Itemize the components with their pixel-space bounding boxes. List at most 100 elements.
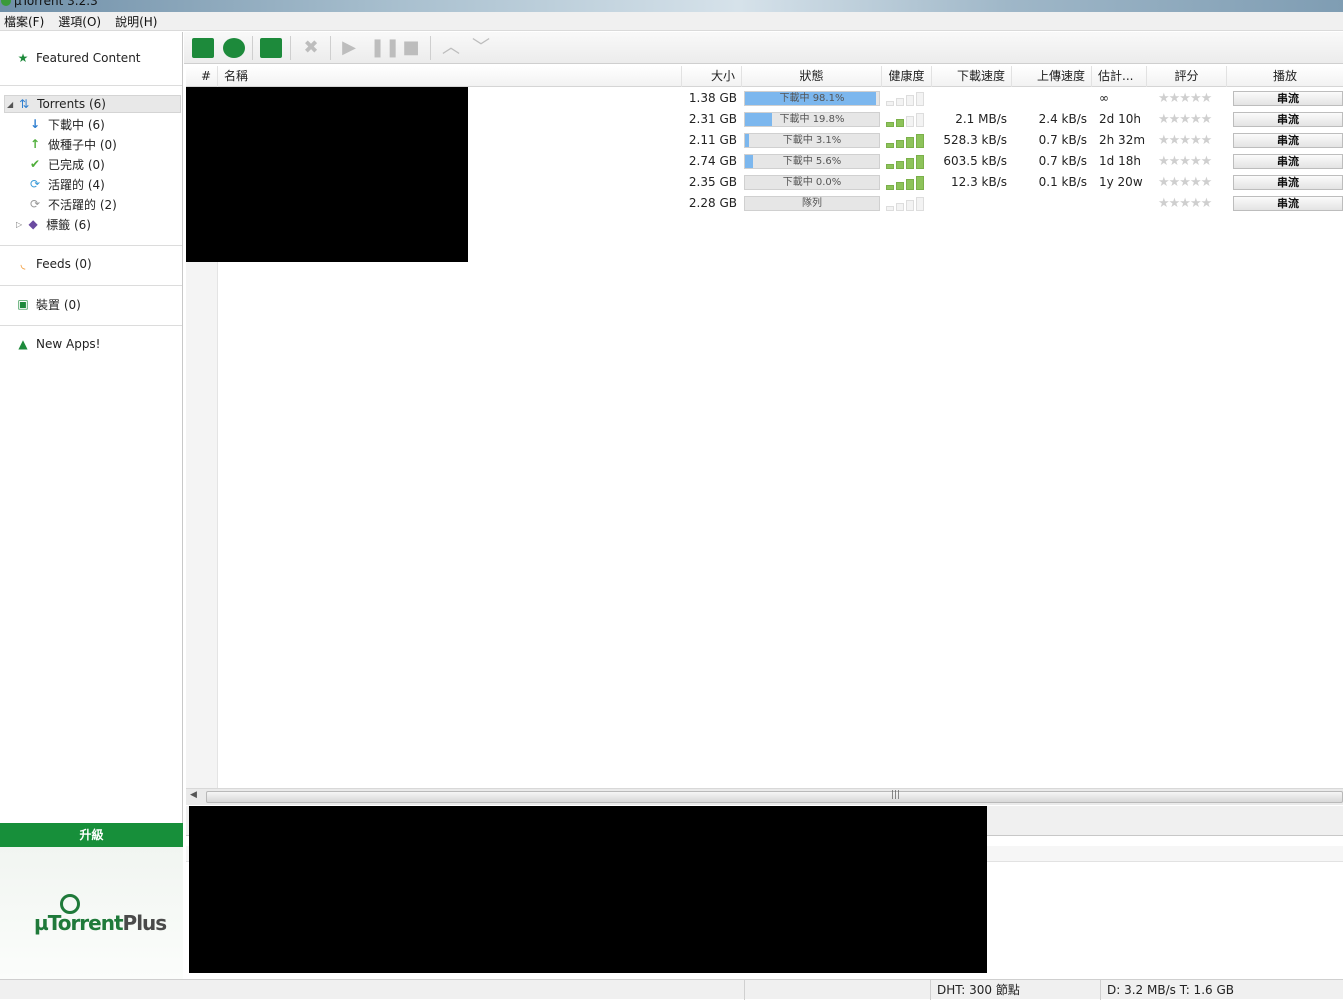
size-cell: 2.28 GB [688, 196, 737, 210]
add-torrent-button[interactable] [192, 38, 214, 58]
down-speed-cell: 603.5 kB/s [943, 154, 1007, 168]
health-bar [886, 206, 894, 211]
health-bar [916, 197, 924, 211]
rating-stars[interactable]: ★★★★★ [1158, 88, 1212, 109]
window-title: µTorrent 3.2.3 [14, 0, 98, 8]
toolbar-separator [290, 36, 291, 60]
expand-triangle-icon[interactable]: ◢ [7, 100, 13, 109]
rating-stars[interactable]: ★★★★★ [1158, 130, 1212, 151]
health-bar [906, 137, 914, 148]
stream-button[interactable]: 串流 [1233, 175, 1343, 190]
utorrent-plus-promo[interactable]: µTorrentPlus [0, 847, 183, 979]
column-header-name[interactable]: 名稱 [218, 66, 682, 87]
health-bar [906, 95, 914, 106]
sidebar-item-new-apps[interactable]: ▲ New Apps! [16, 335, 101, 353]
health-bar [886, 122, 894, 127]
menu-options[interactable]: 選項(O) [58, 13, 101, 30]
toolbar-separator [430, 36, 431, 60]
move-up-icon[interactable]: ︿ [440, 38, 462, 58]
sidebar-item-torrents[interactable]: ◢ ⇅ Torrents (6) [4, 95, 181, 113]
stream-button[interactable]: 串流 [1233, 196, 1343, 211]
health-bar [886, 143, 894, 148]
horizontal-scrollbar[interactable]: ◀ ||| [186, 788, 1343, 805]
progress-bar: 下載中 5.6% [744, 154, 880, 169]
size-cell: 2.74 GB [688, 154, 737, 168]
down-speed-cell: 2.1 MB/s [955, 112, 1007, 126]
stream-button[interactable]: 串流 [1233, 91, 1343, 106]
eta-cell: ∞ [1099, 91, 1109, 105]
title-bar: µTorrent 3.2.3 [0, 0, 1343, 12]
scrollbar-grip-icon: ||| [891, 790, 901, 800]
sidebar-item-featured[interactable]: ★ Featured Content [16, 49, 141, 67]
column-header-num[interactable]: # [186, 66, 218, 87]
upgrade-button[interactable]: 升級 [0, 823, 183, 847]
size-cell: 1.38 GB [688, 91, 737, 105]
rating-stars[interactable]: ★★★★★ [1158, 172, 1212, 193]
health-bar [906, 116, 914, 127]
down-speed-cell [932, 193, 1007, 214]
remove-icon[interactable]: ✖ [300, 38, 322, 58]
column-header-down-speed[interactable]: 下載速度 [932, 66, 1012, 87]
health-bar [896, 140, 904, 148]
status-dht: DHT: 300 節點 [930, 980, 1100, 1000]
sidebar-item-label: 標籤 (6) [46, 217, 91, 232]
sidebar-item-seeding[interactable]: ↑ 做種子中 (0) [28, 135, 117, 153]
stop-icon[interactable]: ■ [400, 38, 422, 58]
sidebar-item-inactive[interactable]: ⟳ 不活躍的 (2) [28, 195, 117, 213]
health-indicator [886, 113, 926, 127]
sidebar-item-downloading[interactable]: ↓ 下載中 (6) [28, 115, 105, 133]
pause-icon[interactable]: ❚❚ [370, 38, 400, 58]
health-indicator [886, 92, 926, 106]
add-url-button[interactable] [223, 38, 245, 58]
down-speed-cell: 12.3 kB/s [950, 175, 1007, 189]
health-indicator [886, 197, 926, 211]
scroll-left-icon[interactable]: ◀ [190, 790, 197, 800]
sidebar-item-completed[interactable]: ✔ 已完成 (0) [28, 155, 105, 173]
column-header-play[interactable]: 播放 [1227, 66, 1343, 87]
tag-icon: ◆ [28, 217, 38, 231]
progress-bar: 下載中 3.1% [744, 133, 880, 148]
rating-stars[interactable]: ★★★★★ [1158, 193, 1212, 214]
sidebar-item-devices[interactable]: ▣ 裝置 (0) [16, 295, 81, 313]
sidebar-item-label: New Apps! [36, 337, 101, 351]
column-header-health[interactable]: 健康度 [882, 66, 932, 87]
sidebar-item-feeds[interactable]: ◟ Feeds (0) [16, 255, 92, 273]
health-bar [916, 92, 924, 106]
stream-button[interactable]: 串流 [1233, 112, 1343, 127]
sidebar-item-label: 裝置 (0) [36, 297, 81, 312]
toolbar-separator [330, 36, 331, 60]
menu-help[interactable]: 說明(H) [115, 13, 157, 30]
expand-triangle-icon[interactable]: ▷ [16, 220, 22, 229]
column-header-up-speed[interactable]: 上傳速度 [1012, 66, 1092, 87]
column-header-size[interactable]: 大小 [682, 66, 742, 87]
health-bar [896, 161, 904, 169]
progress-bar: 下載中 19.8% [744, 112, 880, 127]
stream-button[interactable]: 串流 [1233, 133, 1343, 148]
star-icon: ★ [17, 51, 29, 65]
create-torrent-button[interactable] [260, 38, 282, 58]
redacted-torrent-names [186, 87, 468, 262]
stream-button[interactable]: 串流 [1233, 154, 1343, 169]
rating-stars[interactable]: ★★★★★ [1158, 151, 1212, 172]
column-header-rating[interactable]: 評分 [1147, 66, 1227, 87]
rating-stars[interactable]: ★★★★★ [1158, 109, 1212, 130]
checkmark-icon: ✔ [29, 157, 41, 171]
size-cell: 2.35 GB [688, 175, 737, 189]
scrollbar-thumb[interactable]: ||| [206, 790, 1343, 803]
health-bar [886, 185, 894, 190]
sidebar-item-active[interactable]: ⟳ 活躍的 (4) [28, 175, 105, 193]
health-bar [916, 134, 924, 148]
health-bar [896, 203, 904, 211]
up-speed-cell: 0.7 kB/s [1038, 133, 1087, 147]
health-bar [916, 176, 924, 190]
menu-file[interactable]: 檔案(F) [4, 13, 44, 30]
menu-bar: 檔案(F) 選項(O) 說明(H) [0, 12, 1343, 31]
column-header-status[interactable]: 狀態 [742, 66, 882, 87]
sidebar-item-labels[interactable]: ▷ ◆ 標籤 (6) [16, 215, 91, 233]
start-icon[interactable]: ▶ [338, 38, 360, 58]
column-header-eta[interactable]: 估計... [1092, 66, 1147, 87]
health-indicator [886, 134, 926, 148]
move-down-icon[interactable]: ﹀ [470, 38, 492, 58]
status-empty [744, 980, 930, 1000]
up-speed-cell: 2.4 kB/s [1038, 112, 1087, 126]
